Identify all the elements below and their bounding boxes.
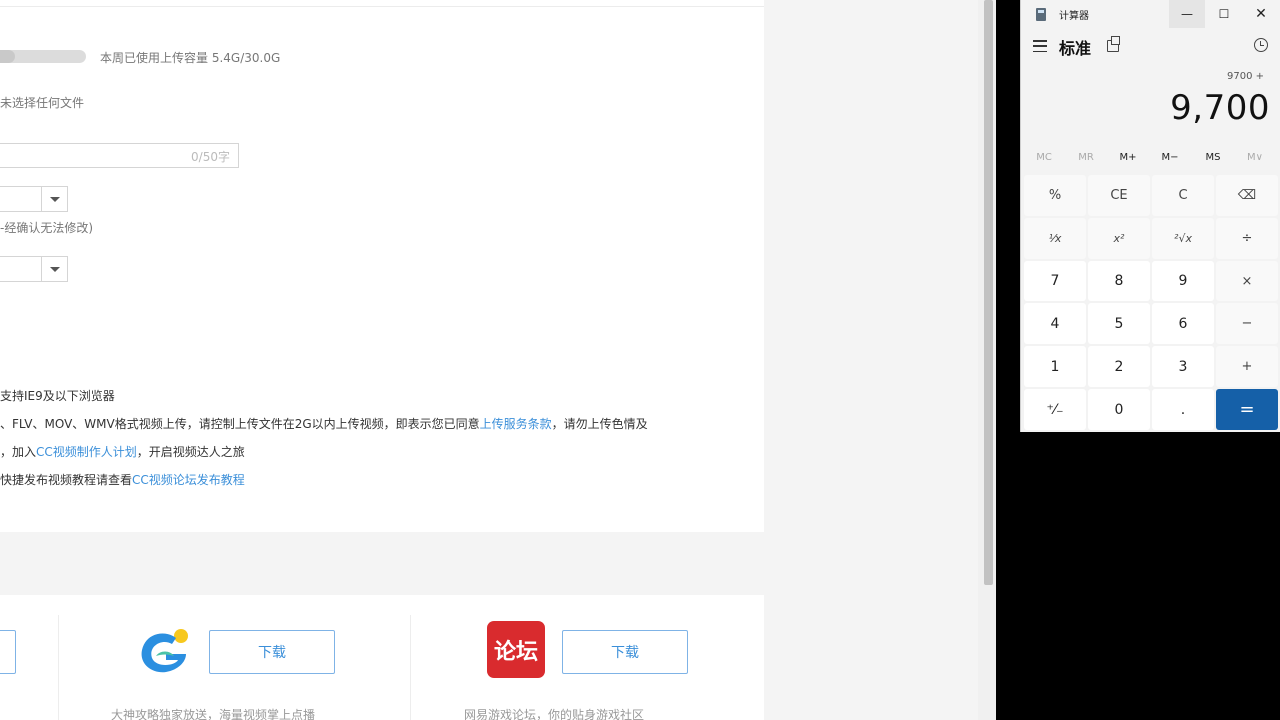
notice-join-text: ，加入 bbox=[0, 445, 37, 459]
download-button[interactable]: 下载 bbox=[562, 630, 688, 674]
titlebar[interactable]: 计算器 — ☐ ✕ bbox=[1021, 0, 1280, 28]
notice-join-suffix: ，开启视频达人之旅 bbox=[136, 445, 245, 459]
result-display: 9,700 bbox=[1170, 88, 1270, 128]
minimize-button[interactable]: — bbox=[1169, 0, 1205, 28]
clear-entry-button[interactable]: CE bbox=[1088, 175, 1150, 216]
download-button-partial[interactable] bbox=[0, 630, 16, 674]
cc-creator-plan-link[interactable]: CC视频制作人计划 bbox=[36, 445, 137, 459]
select-arrow[interactable] bbox=[41, 187, 67, 211]
video-title-input[interactable]: 0/50字 bbox=[0, 143, 239, 168]
select-arrow[interactable] bbox=[41, 257, 67, 281]
notice-format: 、FLV、MOV、WMV格式视频上传，请控制上传文件在2G以内上传视频，即表示您… bbox=[0, 415, 648, 432]
notice-format-text: 、FLV、MOV、WMV格式视频上传，请控制上传文件在2G以内上传视频，即表示您… bbox=[0, 417, 480, 431]
download-button[interactable]: 下载 bbox=[209, 630, 335, 674]
digit-5-button[interactable]: 5 bbox=[1088, 303, 1150, 345]
percent-button[interactable]: % bbox=[1024, 175, 1086, 216]
multiply-button[interactable]: × bbox=[1216, 260, 1278, 302]
category-select[interactable] bbox=[0, 186, 68, 212]
upload-capacity-text: 本周已使用上传容量 5.4G/30.0G bbox=[100, 51, 281, 65]
digit-2-button[interactable]: 2 bbox=[1088, 346, 1150, 388]
chevron-down-icon bbox=[49, 266, 60, 272]
square-button[interactable]: x² bbox=[1088, 217, 1150, 259]
digit-3-button[interactable]: 3 bbox=[1152, 346, 1214, 388]
negate-button[interactable]: ⁺⁄₋ bbox=[1024, 389, 1086, 430]
notice-format-suffix: ，请勿上传色情及 bbox=[551, 417, 648, 431]
notice-ie: 支持IE9及以下浏览器 bbox=[0, 389, 115, 403]
maximize-button[interactable]: ☐ bbox=[1206, 0, 1242, 28]
calculator-window: 计算器 — ☐ ✕ 标准 9700 + 9,700 MC MR M+ M− MS… bbox=[1020, 0, 1280, 432]
square-root-button[interactable]: ²√x bbox=[1152, 217, 1214, 259]
close-button[interactable]: ✕ bbox=[1243, 0, 1279, 28]
menu-icon[interactable] bbox=[1033, 40, 1047, 52]
memory-add-button[interactable]: M+ bbox=[1107, 152, 1149, 163]
calculator-app-icon bbox=[1036, 8, 1046, 21]
window-title: 计算器 bbox=[1059, 11, 1089, 22]
netease-forum-logo-icon: 论坛 bbox=[487, 621, 545, 678]
reciprocal-button[interactable]: ¹⁄x bbox=[1024, 217, 1086, 259]
divide-button[interactable]: ÷ bbox=[1216, 217, 1278, 259]
title-char-counter: 0/50字 bbox=[191, 150, 230, 164]
upload-capacity-bar bbox=[0, 50, 86, 63]
mode-title: 标准 bbox=[1059, 39, 1092, 58]
cc-forum-tutorial-link[interactable]: CC视频论坛发布教程 bbox=[132, 473, 245, 487]
memory-list-button[interactable]: M∨ bbox=[1234, 152, 1276, 163]
expression-display: 9700 + bbox=[1226, 71, 1264, 82]
equals-button[interactable]: = bbox=[1216, 389, 1278, 430]
add-button[interactable]: + bbox=[1216, 346, 1278, 388]
digit-9-button[interactable]: 9 bbox=[1152, 260, 1214, 302]
memory-subtract-button[interactable]: M− bbox=[1149, 152, 1191, 163]
digit-7-button[interactable]: 7 bbox=[1024, 260, 1086, 302]
upload-terms-link[interactable]: 上传服务条款 bbox=[480, 417, 552, 431]
app-description: 大神攻略独家放送，海量视频掌上点播 bbox=[111, 708, 316, 720]
subcategory-select[interactable] bbox=[0, 256, 68, 282]
decimal-button[interactable]: . bbox=[1152, 389, 1214, 430]
memory-clear-button[interactable]: MC bbox=[1023, 152, 1065, 163]
app-description: 网易游戏论坛，你的贴身游戏社区 bbox=[464, 708, 645, 720]
scrollbar-thumb[interactable] bbox=[984, 0, 993, 585]
clear-button[interactable]: C bbox=[1152, 175, 1214, 216]
digit-1-button[interactable]: 1 bbox=[1024, 346, 1086, 388]
digit-4-button[interactable]: 4 bbox=[1024, 303, 1086, 345]
subtract-button[interactable]: − bbox=[1216, 303, 1278, 345]
chevron-down-icon bbox=[49, 196, 60, 202]
no-file-selected-text: 未选择任何文件 bbox=[0, 96, 85, 110]
backspace-button[interactable]: ⌫ bbox=[1216, 175, 1278, 216]
digit-0-button[interactable]: 0 bbox=[1088, 389, 1150, 430]
notice-tutorial: 快捷发布视频教程请查看CC视频论坛发布教程 bbox=[0, 471, 245, 488]
divider bbox=[410, 615, 411, 720]
digit-8-button[interactable]: 8 bbox=[1088, 260, 1150, 302]
divider bbox=[58, 615, 59, 720]
upload-form-card: 本周已使用上传容量 5.4G/30.0G 未选择任何文件 0/50字 -经确认无… bbox=[0, 0, 764, 532]
dashen-app-logo-icon bbox=[141, 629, 188, 673]
history-icon[interactable] bbox=[1254, 38, 1268, 52]
upload-webpage: 本周已使用上传容量 5.4G/30.0G 未选择任何文件 0/50字 -经确认无… bbox=[0, 0, 996, 720]
divider bbox=[0, 6, 764, 7]
upload-capacity-fill bbox=[0, 50, 16, 63]
digit-6-button[interactable]: 6 bbox=[1152, 303, 1214, 345]
notice-join: ，加入CC视频制作人计划，开启视频达人之旅 bbox=[0, 443, 245, 460]
memory-recall-button[interactable]: MR bbox=[1065, 152, 1107, 163]
memory-store-button[interactable]: MS bbox=[1192, 152, 1234, 163]
memory-row: MC MR M+ M− MS M∨ bbox=[1021, 148, 1280, 170]
confirm-note: -经确认无法修改) bbox=[0, 221, 94, 235]
mode-bar: 标准 bbox=[1021, 32, 1280, 62]
keypad: % CE C ⌫ ¹⁄x x² ²√x ÷ 7 8 9 × 4 5 6 − 1 … bbox=[1024, 175, 1278, 430]
keep-on-top-icon[interactable] bbox=[1107, 36, 1120, 52]
notice-tutorial-text: 快捷发布视频教程请查看 bbox=[0, 473, 133, 487]
